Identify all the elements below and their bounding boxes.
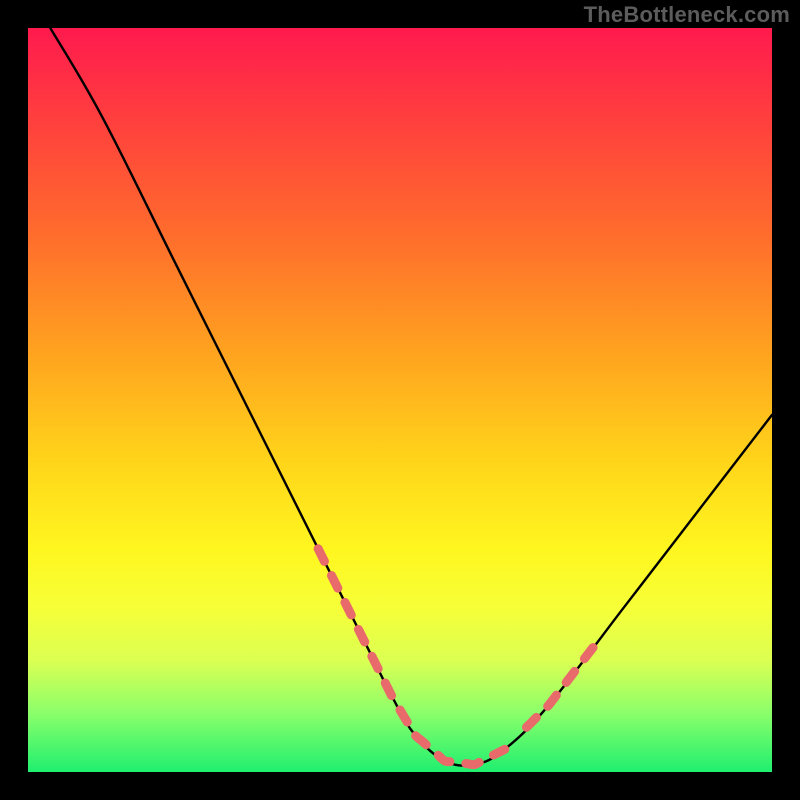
watermark-text: TheBottleneck.com <box>584 2 790 28</box>
highlight-dash-middle <box>400 710 505 765</box>
highlight-dash-right <box>526 646 594 727</box>
curve-svg <box>28 28 772 772</box>
bottleneck-curve <box>50 28 772 766</box>
chart-frame: TheBottleneck.com <box>0 0 800 800</box>
plot-area <box>28 28 772 772</box>
